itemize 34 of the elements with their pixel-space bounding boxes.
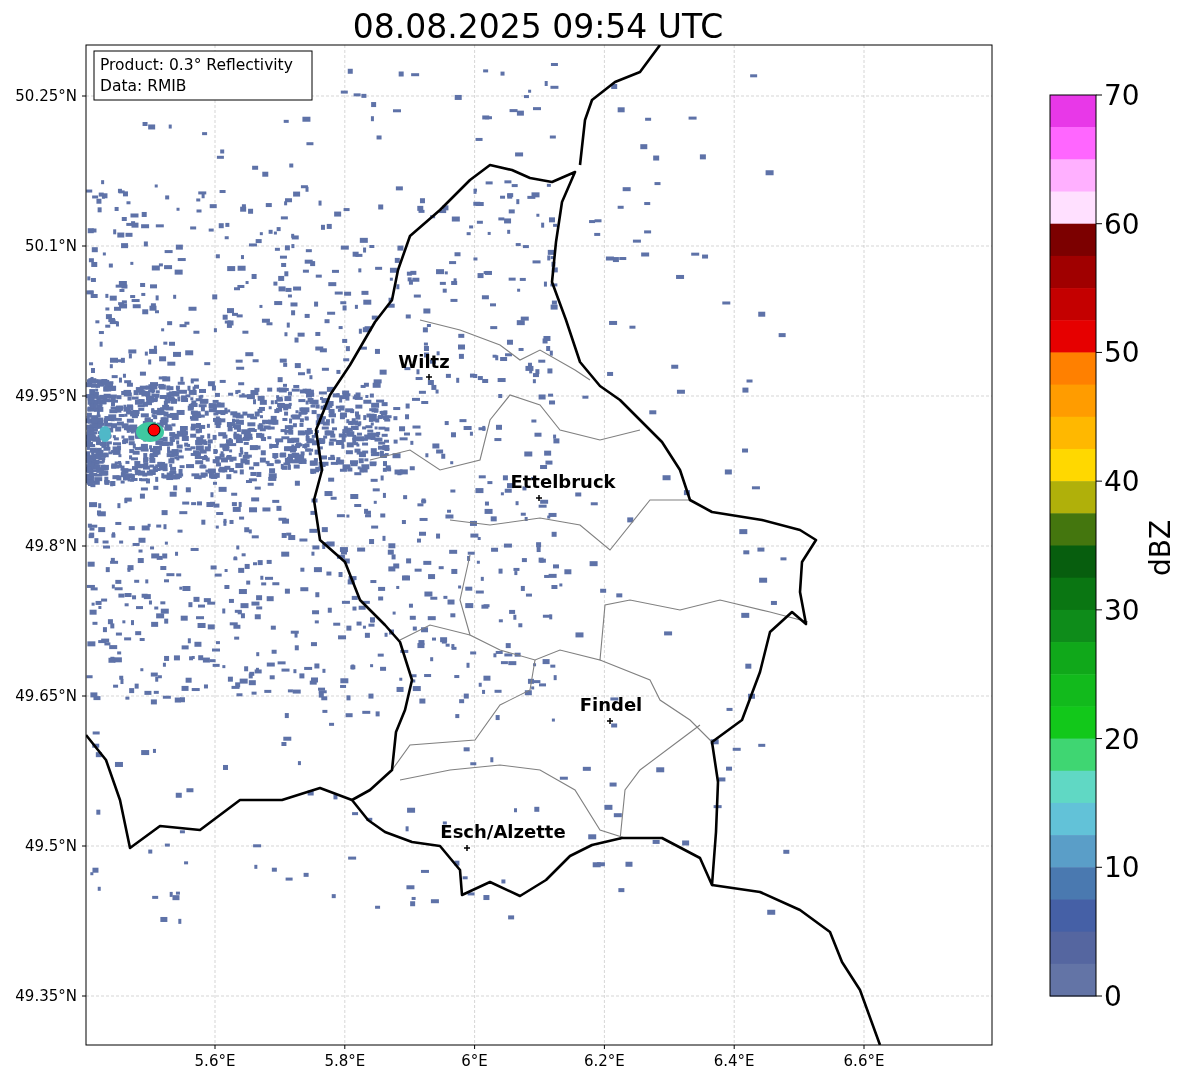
colorbar-tick-label: 50 [1104,336,1140,370]
colorbar-tick-label: 10 [1104,851,1140,885]
colorbar-tick-label: 60 [1104,207,1140,241]
info-text: Product: 0.3° Reflectivity [100,56,293,74]
chart-title: 08.08.2025 09:54 UTC [352,7,724,46]
colorbar-tick-label: 30 [1104,593,1140,627]
latitude-label: 49.95°N [15,387,77,405]
latitude-label: 49.65°N [15,687,77,705]
longitude-label: 5.8°E [324,1052,366,1070]
colorbar-tick-label: 70 [1104,79,1140,112]
colorbar-label: dBZ [1144,519,1177,577]
radar-site-icon [147,423,161,437]
city-marker-icon [425,373,433,381]
colorbar-tick-label: 20 [1104,722,1140,756]
longitude-label: 5.6°E [194,1052,236,1070]
longitude-label: 6.4°E [713,1052,755,1070]
city-label: Wiltz [398,351,450,372]
longitude-label: 6.6°E [843,1052,885,1070]
latitude-label: 50.25°N [15,87,77,105]
longitude-label: 6°E [461,1052,488,1070]
city-marker-icon [463,844,471,852]
colorbar-tick-label: 0 [1104,980,1122,1013]
city-marker-icon [535,494,543,502]
latitude-label: 49.5°N [24,837,77,855]
colorbar-tick-label: 40 [1104,465,1140,499]
city-label: Esch/Alzette [440,821,566,842]
latitude-label: 50.1°N [24,237,77,255]
city-label: Ettelbruck [510,471,616,492]
longitude-label: 6.2°E [584,1052,625,1070]
latitude-label: 49.8°N [24,537,77,555]
city-marker-icon [606,717,614,725]
latitude-label: 49.35°N [15,987,77,1005]
city-label: Findel [579,694,643,715]
info-text: Data: RMIB [100,77,187,95]
